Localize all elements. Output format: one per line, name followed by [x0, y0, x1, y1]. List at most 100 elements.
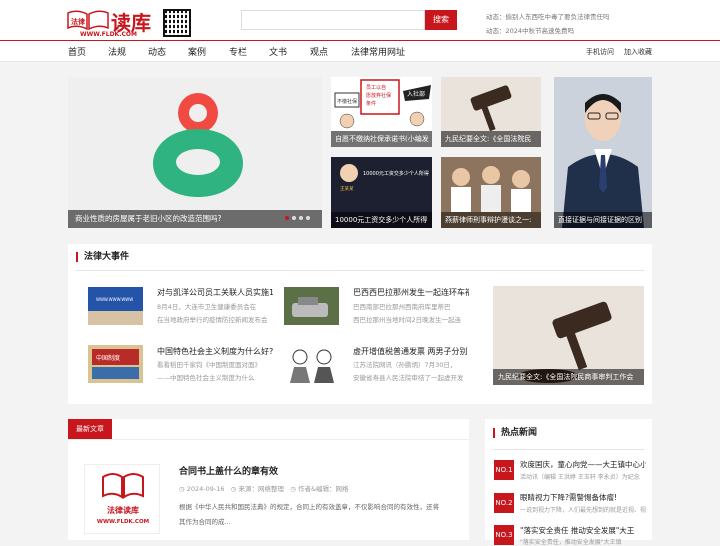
carousel-dot[interactable]	[306, 216, 310, 220]
audience-image	[441, 157, 541, 212]
hot-item-desc: "落实安全责任，推动安全发展"大王镇	[520, 539, 622, 546]
event-title[interactable]: 虚开增值税普通发票 两男子分别	[353, 346, 469, 357]
carousel-dot[interactable]	[299, 216, 303, 220]
article-title[interactable]: 合同书上盖什么的章有效	[179, 464, 278, 477]
event-image[interactable]: WWW.WWW.WWW	[88, 287, 143, 325]
nav-home[interactable]: 首页	[68, 45, 86, 58]
poster-text: 愿放弃社保	[366, 92, 391, 99]
mobile-access-link[interactable]: 手机访问	[586, 47, 614, 57]
summary-line: 其作为合同的成...	[179, 518, 231, 526]
event-title[interactable]: 中国特色社会主义制度为什么好?	[157, 346, 273, 357]
author-icon: ◷	[290, 485, 296, 493]
nav-news[interactable]: 动态	[148, 45, 166, 58]
map-pin-logo-icon	[153, 93, 243, 197]
search-button[interactable]: 搜索	[425, 10, 457, 30]
search-input[interactable]	[241, 10, 425, 30]
book-logo-icon: 法律	[67, 10, 109, 31]
press-conference-image: WWW.WWW.WWW	[88, 287, 143, 325]
hot-item-title[interactable]: 欢度国庆，童心向党——大王镇中心小	[520, 459, 646, 470]
carousel-dot[interactable]	[292, 216, 296, 220]
event-image[interactable]	[284, 345, 339, 383]
events-title: 法律大事件	[76, 252, 129, 262]
event-title[interactable]: 巴西西巴拉那州发生一起连环车祸 5	[353, 287, 469, 298]
tab-latest[interactable]: 最新文章	[68, 419, 112, 439]
event-title[interactable]: 对与凯洋公司员工关联人员实施1	[157, 287, 273, 298]
article-meta: ◷ 2024-09-16 ◷ 来源：网络整理 ◷ 作者&编辑：网络	[179, 483, 349, 493]
divider	[493, 449, 644, 450]
cartoon-invoice-image	[290, 349, 334, 383]
gavel-image	[441, 77, 541, 132]
poster-text: 条件	[366, 100, 376, 107]
news-ticker: 动态：偷别人东西吃中毒了要负法律责任吗 动态：2024中秋节高速免费吗	[486, 10, 610, 38]
ticker-item[interactable]: 动态：偷别人东西吃中毒了要负法律责任吗	[486, 10, 610, 24]
source-icon: ◷	[230, 485, 237, 493]
logo-url: WWW.FLDK.COM	[80, 31, 137, 38]
system-banner-text: 中国制度	[96, 354, 120, 362]
thumb-url-text: WWW.FLDK.COM	[97, 519, 149, 525]
nav-documents[interactable]: 文书	[269, 45, 287, 58]
event-desc: ——中国特色社会主义制度为什么	[157, 374, 255, 382]
tax-name: 王某某	[340, 186, 354, 192]
thumb-card[interactable]: 员工以自 愿放弃社保 条件 不缴社保 入社部 自愿不缴纳社保承诺书(小编发	[331, 77, 432, 147]
hot-item-title[interactable]: 眼睛视力下降?需警惕备体瘤!	[520, 492, 646, 503]
logo-badge: 法律	[71, 17, 85, 26]
ticker-item[interactable]: 动态：2024中秋节高速免费吗	[486, 24, 610, 38]
hot-news-title: 热点新闻	[493, 428, 537, 438]
site-logo[interactable]: 法律 读库 WWW.FLDK.COM	[66, 9, 162, 39]
event-feature-card[interactable]: 九民纪要全文:《全国法院民商事审判工作会	[493, 286, 644, 385]
china-system-image: 中国制度	[88, 345, 143, 383]
article-summary: 根据《中华人民共和国民法典》的规定，合同上的有效盖章，不仅影响合同的有效性，还将…	[179, 500, 461, 530]
thumb-brand-text: 法律读库	[107, 505, 139, 515]
thumb-card[interactable]: 10000元工资交多少个人所得 王某某 10000元工资交多少个人所得	[331, 157, 432, 228]
event-desc: 看看稻田千家钧《中国制度面对面》	[157, 361, 261, 369]
poster-label: 不缴社保	[337, 98, 357, 105]
event-desc: 8月4日，大连市卫生健康委员会在	[157, 303, 257, 311]
event-image[interactable]	[284, 287, 339, 325]
nav-opinions[interactable]: 观点	[310, 45, 328, 58]
portrait-caption[interactable]: 直接证据与间接证据的区别	[554, 212, 652, 228]
event-desc: 在当地政府举行的疫情防控新闻发布会	[157, 316, 268, 324]
article-thumbnail[interactable]: 法律读库 WWW.FLDK.COM	[84, 464, 160, 534]
poster-tag: 入社部	[407, 90, 425, 98]
site-header: 法律 读库 WWW.FLDK.COM 搜索 动态：偷别人东西吃中毒了要负法律责任…	[0, 0, 720, 40]
thumb-card[interactable]: 九民纪要全文:《全国法院民	[441, 77, 541, 147]
portrait-image	[554, 77, 652, 228]
article-date: 2024-09-16	[186, 485, 225, 493]
nav-laws[interactable]: 法规	[108, 45, 126, 58]
thumb-caption[interactable]: 九民纪要全文:《全国法院民	[441, 131, 541, 147]
press-banner-text: WWW.WWW.WWW	[96, 297, 133, 302]
poster-text: 员工以自	[366, 84, 386, 91]
hot-item-desc: 一说到视力下降，人们最先想到的就是近视、视	[520, 507, 646, 514]
event-desc: 巴西南部巴拉那州西南府库里蒂巴	[353, 303, 451, 311]
summary-line: 根据《中华人民共和国民法典》的规定，合同上的有效盖章，不仅影响合同的有效性，还将	[179, 503, 439, 511]
thumb-caption[interactable]: 10000元工资交多少个人所得	[331, 212, 432, 228]
add-favorite-link[interactable]: 加入收藏	[624, 47, 652, 57]
nav-links[interactable]: 法律常用网址	[351, 45, 405, 58]
event-image[interactable]: 中国制度	[88, 345, 143, 383]
nav-columns[interactable]: 专栏	[229, 45, 247, 58]
lawyer-portrait-card[interactable]: 直接证据与间接证据的区别	[554, 77, 652, 228]
event-desc: 江苏法院网讯（孙鹏炳）7月30日，	[353, 361, 457, 369]
divider	[76, 270, 644, 271]
carousel-dot[interactable]	[285, 216, 289, 220]
car-crash-image	[284, 287, 339, 325]
event-desc: 安徽省寿县人民法院审结了一起虚开发	[353, 374, 464, 382]
cartoon-image: 员工以自 愿放弃社保 条件 不缴社保 入社部	[334, 79, 431, 129]
hot-rank-badge: NO.3	[494, 525, 514, 545]
article-source: 来源：网络整理	[238, 485, 284, 493]
featured-carousel[interactable]: 商业性质的房屋属于老旧小区的改造范围吗?	[68, 77, 322, 228]
nav-cases[interactable]: 案例	[188, 45, 206, 58]
book-logo-icon: 法律读库 WWW.FLDK.COM	[97, 473, 149, 525]
carousel-dots	[282, 213, 310, 222]
clock-icon: ◷	[179, 485, 185, 493]
hot-rank-badge: NO.1	[494, 460, 514, 480]
event-desc: 西巴拉那州当地时间2日晚发生一起连	[353, 316, 462, 324]
hot-rank-badge: NO.2	[494, 493, 514, 513]
thumb-card[interactable]: 燕薪律师刑事辩护漫谈之一:	[441, 157, 541, 228]
hot-item-title[interactable]: "落实安全责任 推动安全发展"大王	[520, 525, 646, 536]
thumb-caption[interactable]: 自愿不缴纳社保承诺书(小编发	[331, 131, 432, 147]
divider	[68, 439, 469, 440]
thumb-caption[interactable]: 燕薪律师刑事辩护漫谈之一:	[441, 212, 541, 228]
feature-caption[interactable]: 九民纪要全文:《全国法院民商事审判工作会	[493, 369, 644, 385]
tax-headline: 10000元工资交多少个人所得	[363, 170, 429, 177]
